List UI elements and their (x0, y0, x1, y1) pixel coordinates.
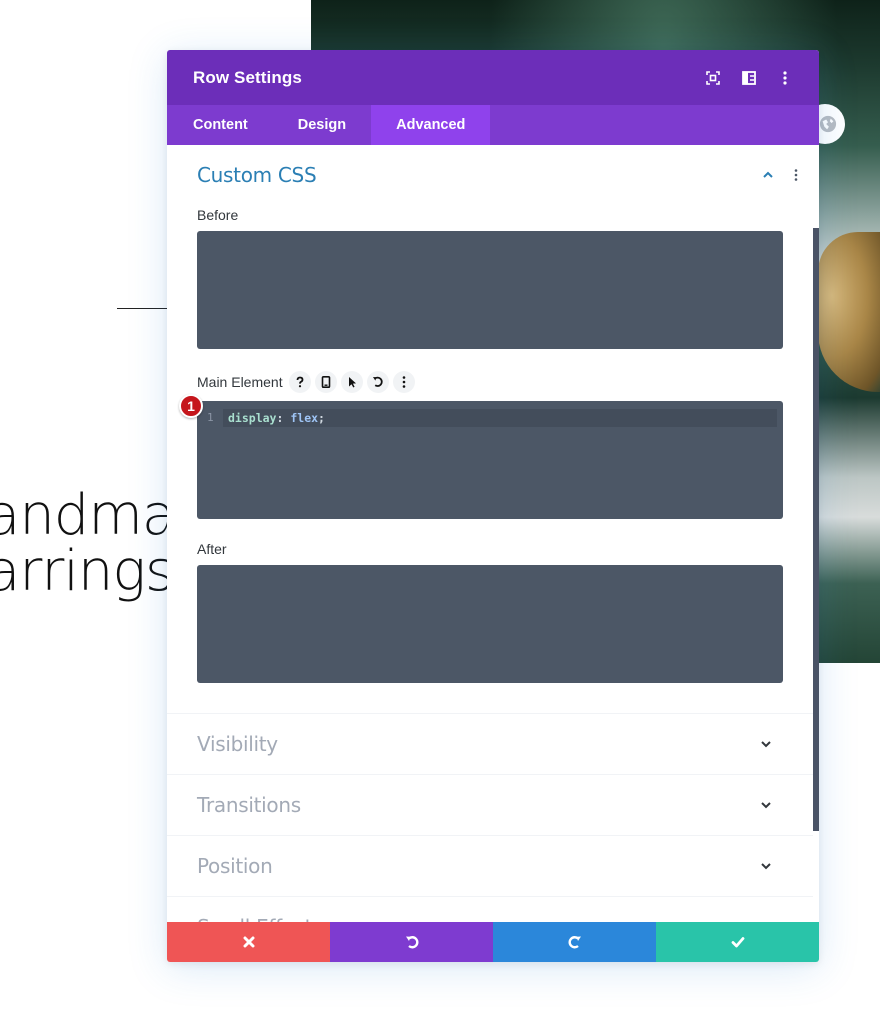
custom-css-header[interactable]: Custom CSS (167, 145, 819, 205)
split-view-icon (742, 70, 756, 85)
scroll-effects-header[interactable]: Scroll Effects (167, 897, 819, 922)
section-more-button[interactable] (789, 168, 803, 182)
more-options-icon (794, 169, 798, 181)
background-heading-line-1: andma (0, 483, 176, 548)
tab-content[interactable]: Content (167, 105, 273, 145)
position-header[interactable]: Position (167, 836, 819, 896)
chevron-down-icon (761, 863, 771, 870)
section-title: Scroll Effects (197, 915, 759, 922)
focus-mode-icon (706, 70, 720, 85)
css-colon: : (276, 411, 284, 425)
hover-state-button[interactable] (340, 371, 363, 393)
transitions-header[interactable]: Transitions (167, 775, 819, 835)
redo-button[interactable] (493, 922, 656, 962)
help-button[interactable] (288, 371, 311, 393)
section-title: Position (197, 854, 273, 878)
collapse-button[interactable] (761, 168, 775, 182)
expand-button[interactable] (759, 859, 773, 873)
modal-header[interactable]: Row Settings (167, 50, 819, 105)
section-title: Visibility (197, 732, 278, 756)
undo-icon (372, 376, 383, 387)
scrollbar[interactable] (813, 228, 819, 831)
globe-icon (819, 115, 837, 133)
background-heading-line-2: arrings (0, 539, 174, 604)
before-css-input[interactable] (197, 231, 783, 349)
redo-icon (568, 936, 581, 949)
responsive-button[interactable] (314, 371, 337, 393)
main-element-css-input[interactable]: 1 1 display: flex; (179, 394, 783, 519)
custom-css-section: Custom CSS Before Main Element 1 1 displ… (167, 145, 819, 683)
transitions-section: Transitions (167, 775, 819, 835)
more-options-icon (783, 70, 787, 85)
css-semicolon: ; (318, 411, 325, 425)
css-value: flex (290, 411, 319, 425)
tab-advanced[interactable]: Advanced (371, 105, 491, 145)
visibility-header[interactable]: Visibility (167, 714, 819, 774)
settings-body: Custom CSS Before Main Element 1 1 displ… (167, 145, 819, 922)
before-label: Before (197, 207, 239, 223)
position-section: Position (167, 836, 819, 896)
expand-button[interactable] (759, 737, 773, 751)
cursor-icon (348, 377, 356, 388)
main-element-label-row: Main Element (167, 368, 819, 396)
modal-footer (167, 922, 819, 962)
expand-button[interactable] (759, 798, 773, 812)
modal-more-options-button[interactable] (777, 70, 793, 86)
visibility-section: Visibility (167, 714, 819, 774)
section-title: Custom CSS (197, 163, 317, 187)
css-property: display (228, 411, 277, 425)
settings-tabs: Content Design Advanced (167, 105, 819, 145)
row-settings-modal: Row Settings Content Design Advanced Cus… (167, 50, 819, 962)
tab-design[interactable]: Design (273, 105, 371, 145)
main-element-label: Main Element (197, 374, 283, 390)
undo-button[interactable] (330, 922, 493, 962)
save-button[interactable] (656, 922, 819, 962)
chevron-down-icon (761, 741, 771, 748)
background-divider-line (117, 308, 172, 309)
field-more-button[interactable] (392, 371, 415, 393)
more-options-icon (402, 376, 405, 388)
after-label: After (197, 541, 227, 557)
after-css-input[interactable] (197, 565, 783, 683)
background-heading: andma arrings (0, 483, 176, 604)
step-badge: 1 (179, 394, 203, 418)
check-icon (731, 937, 744, 948)
phone-icon (321, 376, 330, 388)
focus-mode-button[interactable] (705, 70, 721, 86)
discard-button[interactable] (167, 922, 330, 962)
close-icon (243, 936, 254, 948)
reset-button[interactable] (366, 371, 389, 393)
split-view-button[interactable] (741, 70, 757, 86)
line-number: 1 (207, 411, 214, 424)
chevron-up-icon (763, 171, 773, 178)
scroll-effects-section: Scroll Effects (167, 897, 819, 922)
code-line: display: flex; (223, 409, 777, 427)
section-title: Transitions (197, 793, 301, 817)
chevron-down-icon (761, 802, 771, 809)
undo-icon (405, 936, 418, 949)
modal-title: Row Settings (193, 67, 302, 87)
help-icon (296, 376, 303, 388)
